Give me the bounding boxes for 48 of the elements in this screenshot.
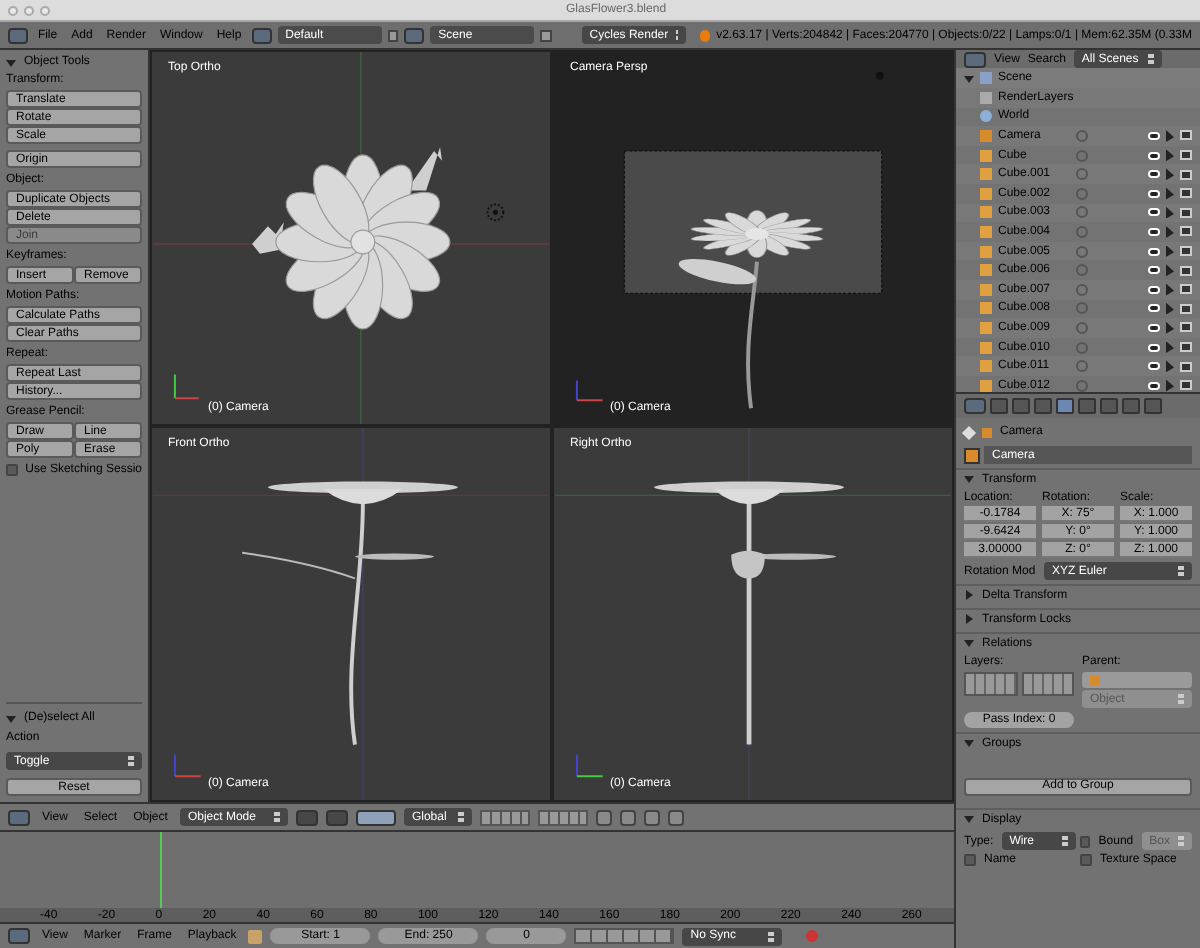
checkbox[interactable] xyxy=(1080,835,1091,847)
lamp-icon xyxy=(486,203,505,222)
updown-icon xyxy=(273,812,280,822)
axis-gizmo-icon xyxy=(173,753,202,778)
layer-grid[interactable] xyxy=(1021,672,1074,696)
axis-gizmo-icon xyxy=(173,373,200,400)
checkbox[interactable] xyxy=(1080,854,1092,866)
updown-icon xyxy=(1178,566,1184,576)
expanded-triangle-icon[interactable] xyxy=(964,474,974,484)
expanded-triangle-icon[interactable] xyxy=(6,713,16,723)
editor-type-icon[interactable] xyxy=(8,809,30,825)
collapsed-triangle-icon[interactable] xyxy=(964,590,974,600)
updown-icon xyxy=(1062,836,1068,846)
screen-layout-icon[interactable] xyxy=(251,27,272,43)
scene-icon xyxy=(980,72,992,84)
editor-type-icon[interactable] xyxy=(8,27,28,43)
add-icon[interactable] xyxy=(387,29,399,41)
editor-type-icon[interactable] xyxy=(964,398,986,414)
layer-buttons-icon[interactable] xyxy=(479,809,530,825)
layer-buttons-icon[interactable] xyxy=(537,809,588,825)
world-icon xyxy=(980,110,992,123)
updown-icon xyxy=(1178,836,1184,846)
expanded-triangle-icon[interactable] xyxy=(6,57,16,67)
camera-icon xyxy=(980,129,992,142)
updown-icon xyxy=(1178,694,1184,704)
expanded-triangle-icon[interactable] xyxy=(964,738,974,748)
axis-gizmo-icon xyxy=(575,753,604,778)
parent-field[interactable] xyxy=(1082,672,1192,688)
renderlayers-icon xyxy=(980,91,992,104)
expanded-triangle-icon[interactable] xyxy=(964,638,974,648)
scene-icon[interactable] xyxy=(404,27,425,43)
properties-tab-icon[interactable] xyxy=(1056,398,1074,414)
editor-type-icon[interactable] xyxy=(8,928,30,944)
playback-controls-icon[interactable] xyxy=(574,928,675,944)
updown-icon xyxy=(457,812,464,822)
object-icon xyxy=(1090,675,1100,685)
updown-icon xyxy=(768,931,775,941)
expanded-triangle-icon[interactable] xyxy=(964,73,974,83)
layer-grid[interactable] xyxy=(964,672,1017,696)
axis-gizmo-icon xyxy=(575,379,604,402)
checkbox[interactable] xyxy=(6,464,18,476)
add-icon[interactable] xyxy=(540,29,552,41)
expanded-triangle-icon[interactable] xyxy=(964,814,974,824)
collapsed-triangle-icon[interactable] xyxy=(964,614,974,624)
checkbox[interactable] xyxy=(964,854,976,866)
editor-type-icon[interactable] xyxy=(964,51,986,67)
updown-icon xyxy=(128,756,134,766)
updown-icon xyxy=(1147,54,1154,64)
